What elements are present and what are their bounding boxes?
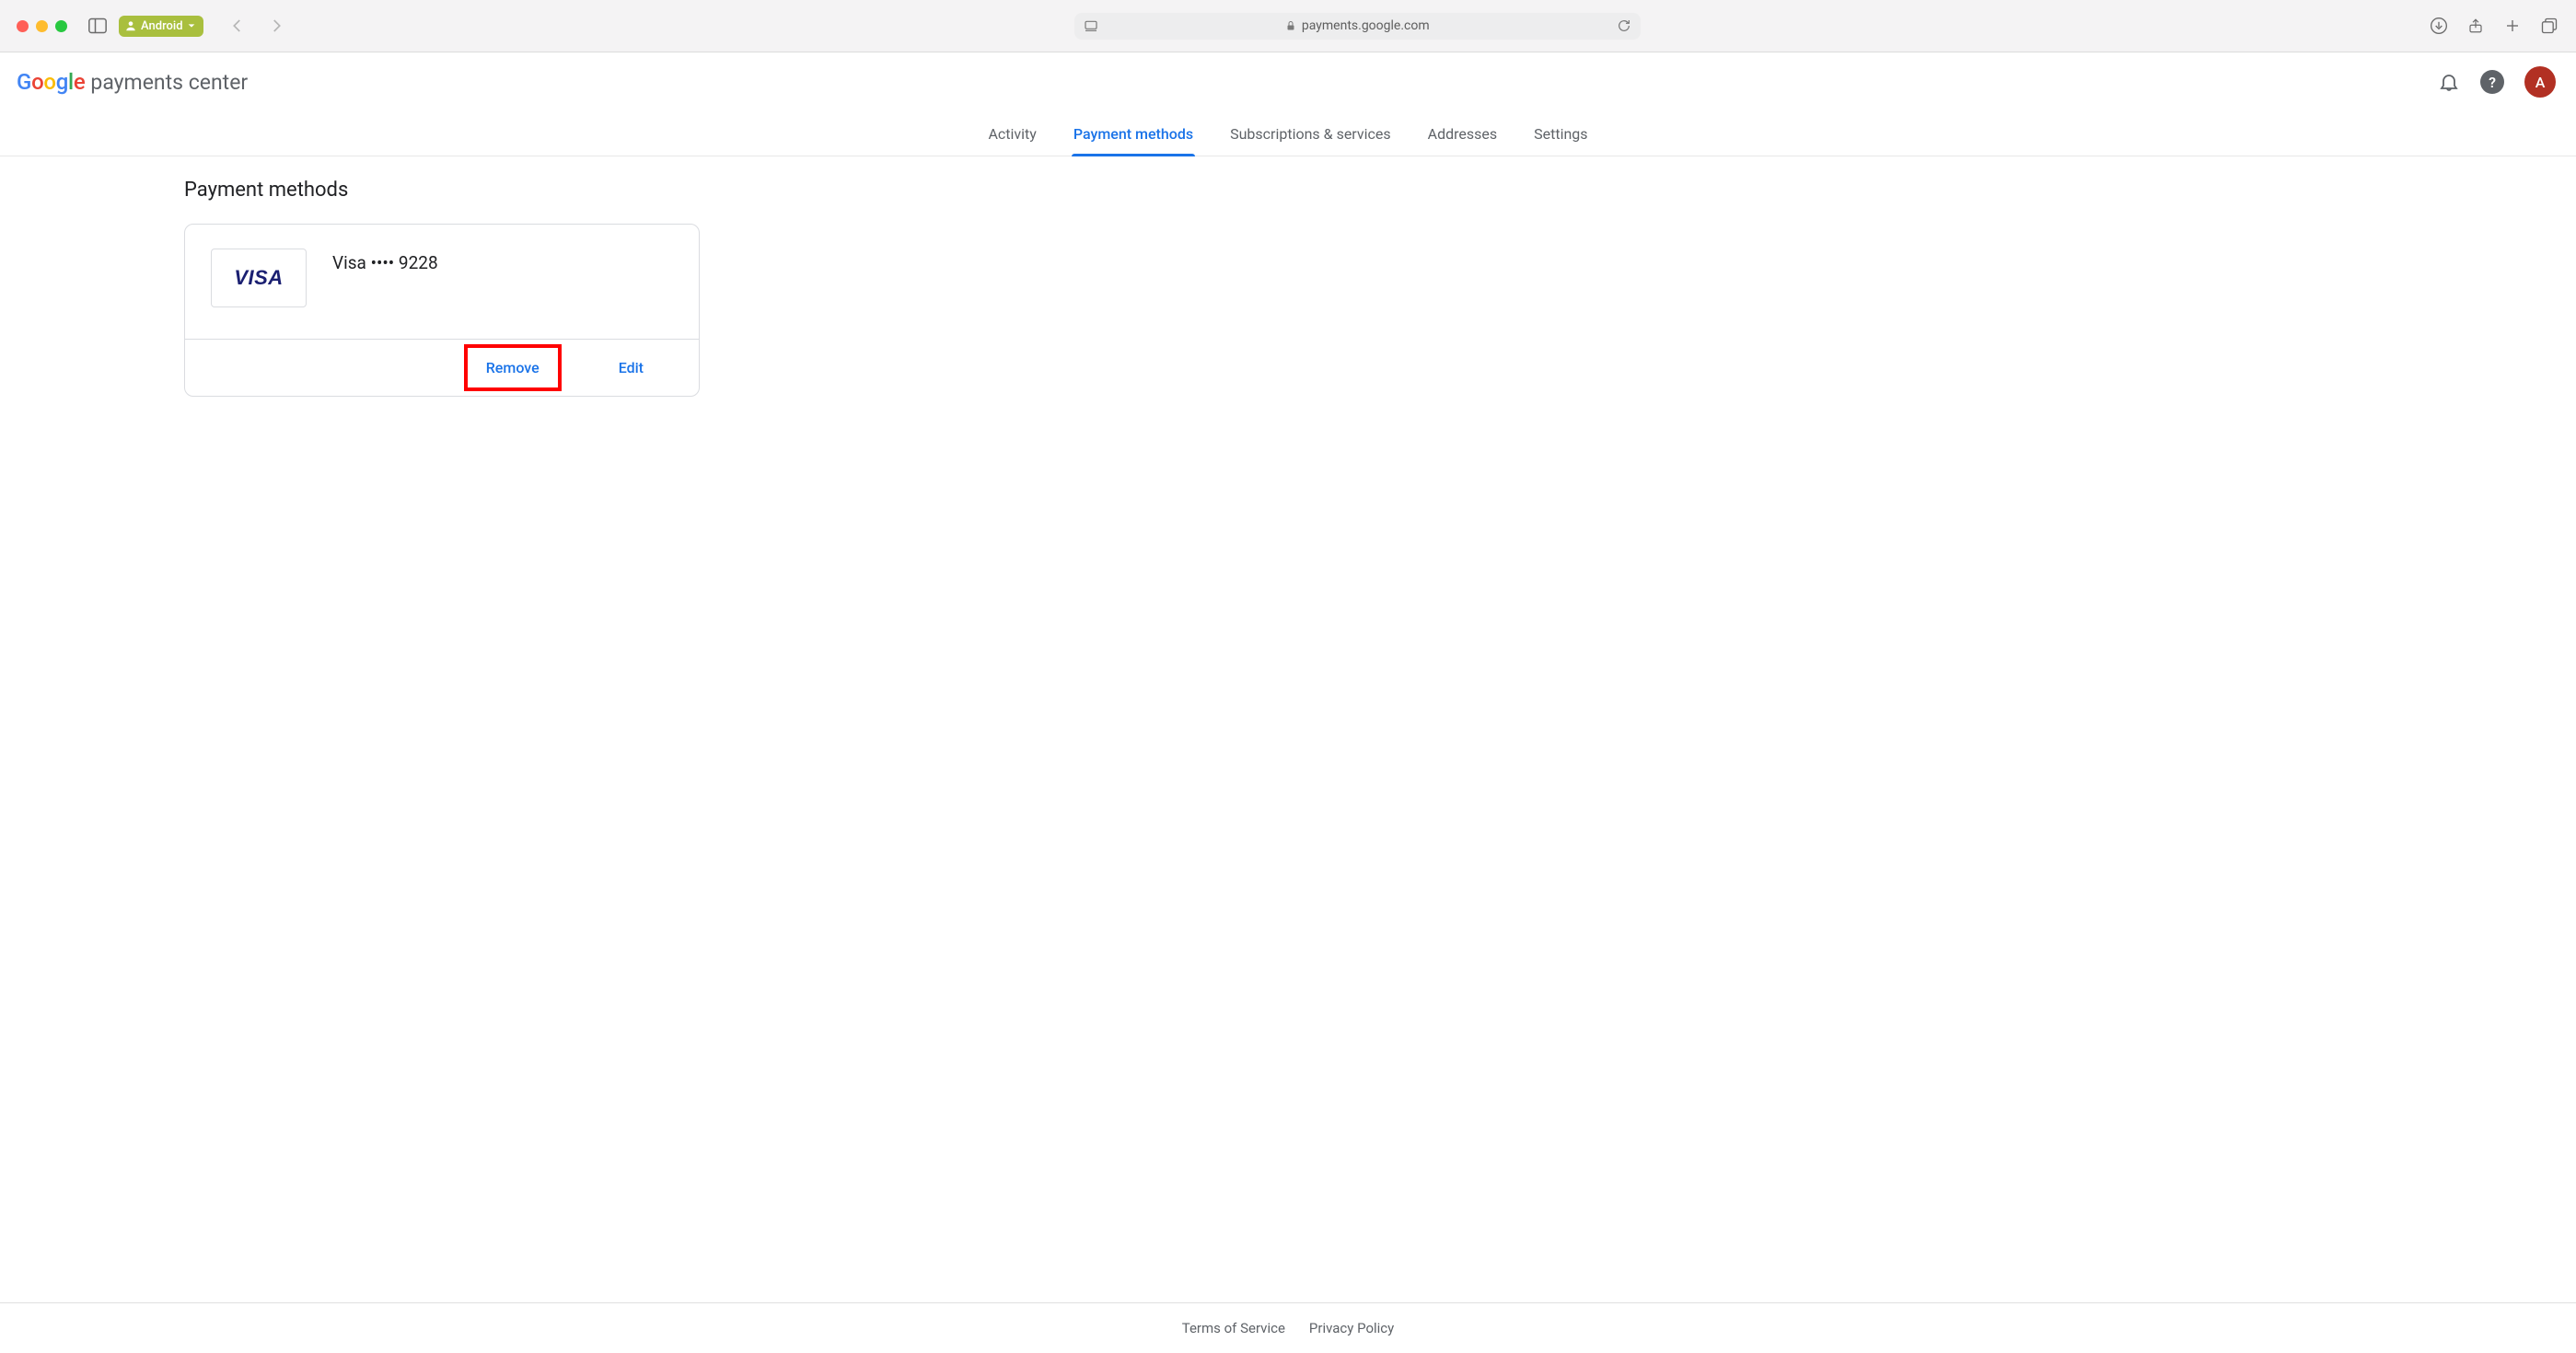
card-brand-logo: VISA <box>211 249 307 307</box>
remove-button[interactable]: Remove <box>486 359 540 376</box>
share-icon[interactable] <box>2466 16 2486 36</box>
google-logo[interactable]: Google payments center <box>17 69 248 95</box>
tab-label: Payment methods <box>1073 125 1193 143</box>
footer-privacy-link[interactable]: Privacy Policy <box>1309 1320 1394 1336</box>
window-zoom-button[interactable] <box>55 20 67 32</box>
nav-forward-button[interactable] <box>266 16 286 36</box>
card-actions: Remove Edit <box>185 339 699 396</box>
account-avatar[interactable]: A <box>2524 66 2556 98</box>
highlight-annotation: Remove <box>464 344 562 391</box>
window-controls <box>17 20 67 32</box>
main-content: Payment methods VISA Visa •••• 9228 Remo… <box>0 156 2576 397</box>
browser-profile-pill[interactable]: Android <box>119 16 203 37</box>
google-wordmark: Google <box>17 69 85 95</box>
tab-addresses[interactable]: Addresses <box>1426 111 1500 156</box>
website-settings-icon[interactable] <box>1084 18 1098 33</box>
tab-label: Subscriptions & services <box>1230 125 1391 143</box>
chevron-down-icon <box>187 21 196 30</box>
tab-settings[interactable]: Settings <box>1532 111 1589 156</box>
tabs: Activity Payment methods Subscriptions &… <box>0 111 2576 156</box>
window-close-button[interactable] <box>17 20 29 32</box>
tab-label: Addresses <box>1428 125 1498 143</box>
person-icon <box>124 19 137 32</box>
tab-overview-icon[interactable] <box>2539 16 2559 36</box>
downloads-icon[interactable] <box>2429 16 2449 36</box>
card-body: VISA Visa •••• 9228 <box>185 225 699 339</box>
card-number-label: Visa •••• 9228 <box>332 249 438 273</box>
new-tab-icon[interactable] <box>2502 16 2523 36</box>
page-title: Payment methods <box>184 179 700 202</box>
address-bar[interactable]: payments.google.com <box>1074 13 1641 40</box>
product-name: payments center <box>90 70 248 95</box>
nav-arrows <box>227 16 286 36</box>
footer-terms-link[interactable]: Terms of Service <box>1182 1320 1285 1336</box>
edit-button[interactable]: Edit <box>619 359 644 376</box>
avatar-initial: A <box>2535 74 2546 91</box>
footer: Terms of Service Privacy Policy <box>0 1302 2576 1353</box>
reload-icon[interactable] <box>1617 18 1631 33</box>
address-url: payments.google.com <box>1302 18 1430 33</box>
browser-profile-label: Android <box>141 19 183 33</box>
visa-logo-text: VISA <box>234 266 283 290</box>
notifications-icon[interactable] <box>2438 71 2460 93</box>
sidebar-toggle-icon[interactable] <box>87 16 108 36</box>
tab-payment-methods[interactable]: Payment methods <box>1072 111 1195 156</box>
tab-activity[interactable]: Activity <box>986 111 1038 156</box>
browser-chrome: Android payments.google.com <box>0 0 2576 52</box>
window-minimize-button[interactable] <box>36 20 48 32</box>
tab-label: Settings <box>1534 125 1587 143</box>
tab-subscriptions[interactable]: Subscriptions & services <box>1228 111 1393 156</box>
lock-icon <box>1285 20 1296 31</box>
nav-back-button[interactable] <box>227 16 248 36</box>
payment-method-card: VISA Visa •••• 9228 Remove Edit <box>184 224 700 397</box>
help-icon[interactable]: ? <box>2480 70 2504 94</box>
google-header: Google payments center ? A <box>0 52 2576 111</box>
tab-label: Activity <box>988 125 1036 143</box>
